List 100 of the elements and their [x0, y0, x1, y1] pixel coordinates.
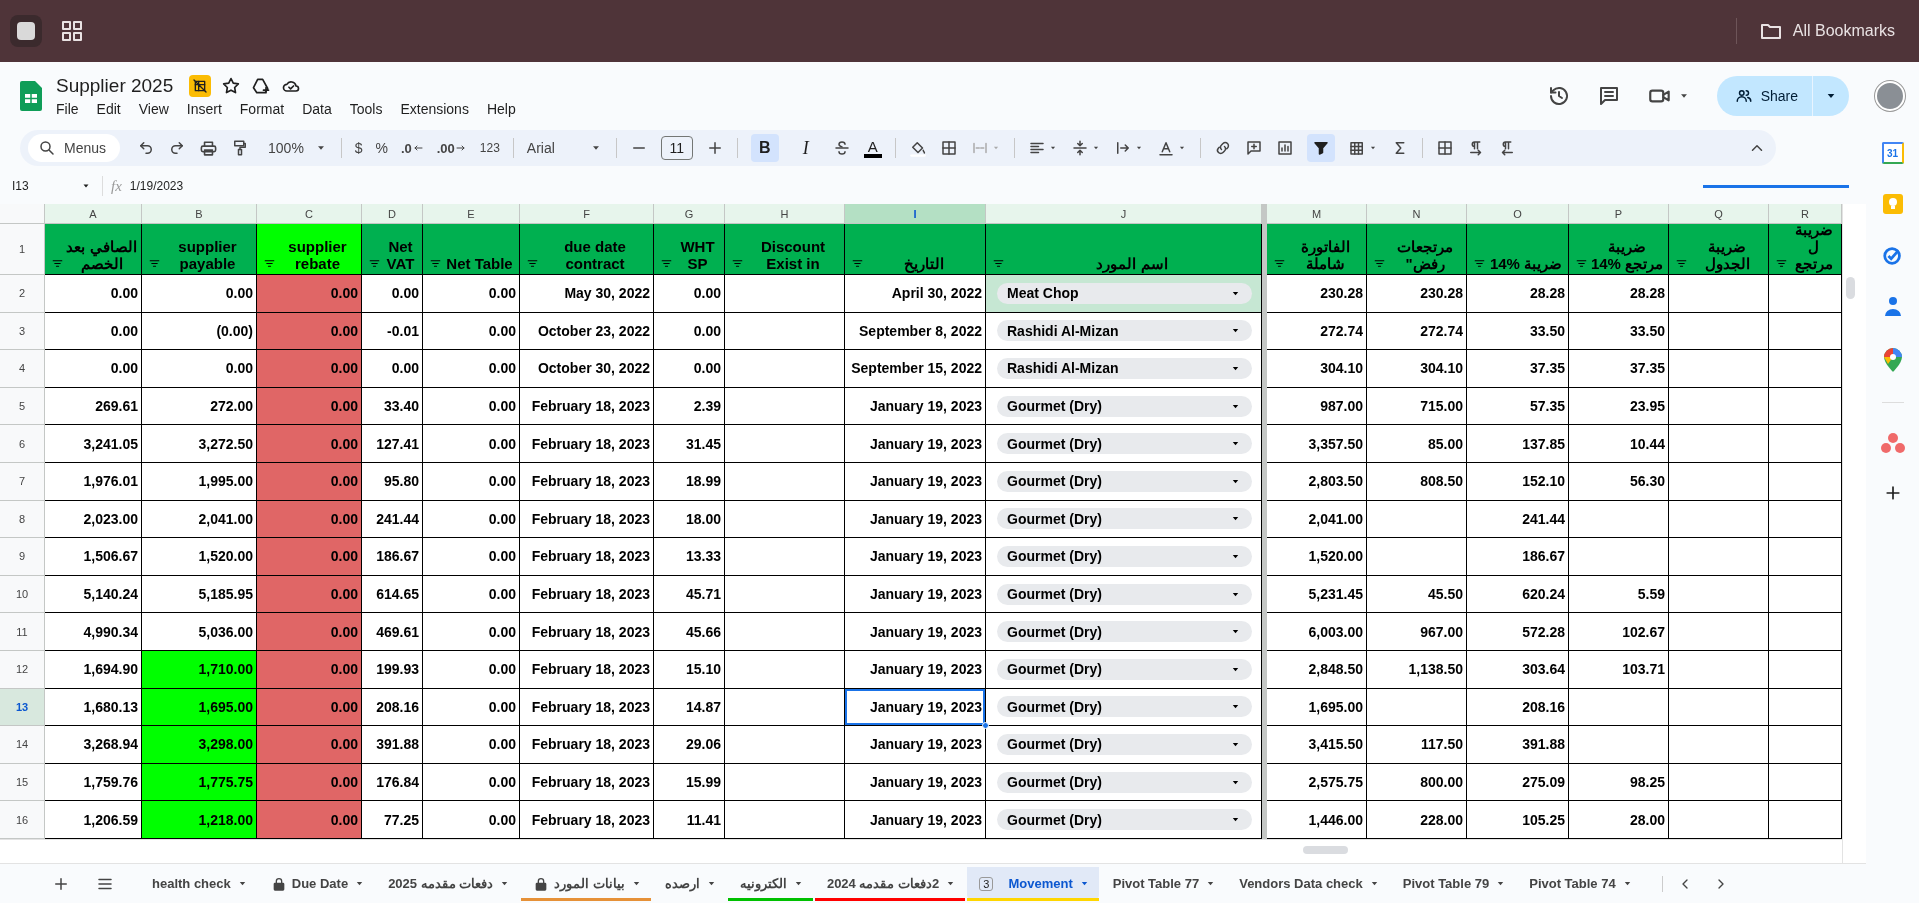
column-header[interactable]: G	[654, 204, 725, 224]
table-cell[interactable]: 0.00	[257, 538, 362, 576]
table-cell[interactable]: Gourmet (Dry)	[986, 500, 1262, 539]
table-cell[interactable]: 0.00	[362, 275, 423, 313]
table-cell[interactable]: Gourmet (Dry)	[986, 387, 1262, 426]
menu-item[interactable]: Edit	[96, 101, 129, 117]
table-cell[interactable]: 0.00	[423, 801, 520, 839]
table-cell[interactable]: 37.35	[1569, 350, 1669, 388]
menu-item[interactable]: Insert	[186, 101, 230, 117]
table-cell[interactable]: 45.71	[654, 575, 725, 614]
table-cell[interactable]: 105.25	[1467, 801, 1569, 839]
table-cell[interactable]: 186.67	[362, 538, 423, 576]
table-cell[interactable]: 57.35	[1467, 387, 1569, 426]
table-cell[interactable]: 208.16	[362, 688, 423, 727]
row-header[interactable]: 9	[0, 538, 45, 576]
column-header[interactable]: Q	[1669, 204, 1769, 224]
table-cell[interactable]: 275.09	[1467, 763, 1569, 802]
table-cell[interactable]: September 15, 2022	[845, 350, 986, 388]
table-cell[interactable]: January 19, 2023	[845, 575, 986, 614]
table-cell[interactable]: 2,023.00	[45, 500, 142, 539]
table-cell[interactable]: 0.00	[257, 726, 362, 764]
name-box[interactable]: I13	[12, 179, 102, 193]
table-cell[interactable]: 56.30	[1569, 462, 1669, 501]
zoom-dropdown[interactable]: 100%	[268, 140, 328, 156]
dropdown-chip[interactable]: Gourmet (Dry)	[997, 583, 1252, 605]
dropdown-chip[interactable]: Gourmet (Dry)	[997, 733, 1252, 755]
table-cell[interactable]: 117.50	[1367, 726, 1467, 764]
column-header[interactable]: H	[725, 204, 845, 224]
table-cell[interactable]: January 19, 2023	[845, 500, 986, 539]
menu-search-field[interactable]: Menus	[28, 134, 121, 162]
table-cell[interactable]: 85.00	[1367, 425, 1467, 463]
table-cell[interactable]: 3,357.50	[1267, 425, 1367, 463]
table-cell[interactable]: 28.28	[1569, 275, 1669, 313]
table-cell[interactable]: 0.00	[423, 575, 520, 614]
menu-item[interactable]: File	[56, 101, 87, 117]
share-button[interactable]: Share	[1716, 76, 1849, 116]
table-cell[interactable]: Rashidi Al-Mizan	[986, 350, 1262, 388]
table-cell[interactable]: 304.10	[1267, 350, 1367, 388]
table-cell[interactable]: 14.87	[654, 688, 725, 727]
table-cell[interactable]: 0.00	[423, 425, 520, 463]
table-cell[interactable]: January 19, 2023	[845, 425, 986, 463]
table-cell[interactable]: 0.00	[423, 312, 520, 351]
table-cell[interactable]: February 18, 2023	[520, 462, 654, 501]
table-cell[interactable]: February 18, 2023	[520, 688, 654, 727]
table-cell[interactable]: February 18, 2023	[520, 650, 654, 689]
table-cell[interactable]: Meat Chop	[986, 275, 1262, 313]
row-header[interactable]: 14	[0, 726, 45, 764]
calendar-icon[interactable]: 31	[1881, 142, 1904, 164]
table-cell[interactable]: 186.67	[1467, 538, 1569, 576]
table-cell[interactable]: 1,506.67	[45, 538, 142, 576]
table-cell[interactable]: October 30, 2022	[520, 350, 654, 388]
table-cell[interactable]: 5.59	[1569, 575, 1669, 614]
table-cell[interactable]: Gourmet (Dry)	[986, 726, 1262, 764]
table-cell[interactable]: 127.41	[362, 425, 423, 463]
table-cell[interactable]: 0.00	[423, 688, 520, 727]
table-cell[interactable]: 98.25	[1569, 763, 1669, 802]
table-cell[interactable]: 272.74	[1367, 312, 1467, 351]
table-cell[interactable]: January 19, 2023	[845, 650, 986, 689]
menu-item[interactable]: Help	[486, 101, 524, 117]
table-cell[interactable]: 29.06	[654, 726, 725, 764]
row-header[interactable]: 1	[0, 224, 45, 275]
column-header[interactable]: N	[1367, 204, 1467, 224]
column-header[interactable]: C	[257, 204, 362, 224]
row-header[interactable]: 13	[0, 688, 45, 727]
row-header[interactable]: 11	[0, 613, 45, 651]
table-cell[interactable]: 15.10	[654, 650, 725, 689]
table-cell[interactable]: 33.50	[1569, 312, 1669, 351]
dropdown-chip[interactable]: Gourmet (Dry)	[997, 771, 1252, 793]
table-cell[interactable]: 241.44	[362, 500, 423, 539]
currency-format-button[interactable]: $	[354, 140, 363, 156]
table-cell[interactable]: 102.67	[1569, 613, 1669, 651]
menu-item[interactable]: Format	[239, 101, 293, 117]
table-cell[interactable]: February 18, 2023	[520, 425, 654, 463]
dropdown-chip[interactable]: Gourmet (Dry)	[997, 433, 1252, 455]
menu-item[interactable]: View	[138, 101, 177, 117]
sheet-tab[interactable]: بيانات المورد	[521, 866, 651, 901]
table-cell[interactable]: 0.00	[423, 613, 520, 651]
table-cell[interactable]: 3,415.50	[1267, 726, 1367, 764]
sheet-tab[interactable]: health check	[140, 866, 257, 901]
table-cell[interactable]: 572.28	[1467, 613, 1569, 651]
table-cell[interactable]: February 18, 2023	[520, 387, 654, 426]
dropdown-chip[interactable]: Gourmet (Dry)	[997, 508, 1252, 530]
table-cell[interactable]: 0.00	[257, 425, 362, 463]
table-cell[interactable]: 5,231.45	[1267, 575, 1367, 614]
sheet-tab[interactable]: دفعات مقدمه 2025	[376, 866, 520, 901]
dropdown-chip[interactable]: Gourmet (Dry)	[997, 658, 1252, 680]
table-cell[interactable]: 2.39	[654, 387, 725, 426]
table-cell[interactable]: Gourmet (Dry)	[986, 613, 1262, 651]
table-cell[interactable]: Gourmet (Dry)	[986, 575, 1262, 614]
table-cell[interactable]: Gourmet (Dry)	[986, 650, 1262, 689]
column-header[interactable]: E	[423, 204, 520, 224]
table-cell[interactable]: 37.35	[1467, 350, 1569, 388]
table-cell[interactable]: 800.00	[1367, 763, 1467, 802]
increase-decimals-button[interactable]: .00	[436, 140, 467, 156]
sheet-tab[interactable]: Pivot Table 74	[1517, 866, 1642, 901]
row-header[interactable]: 8	[0, 500, 45, 539]
table-cell[interactable]: 1,976.01	[45, 462, 142, 501]
table-cell[interactable]: 0.00	[423, 650, 520, 689]
bold-button[interactable]: B	[750, 134, 779, 162]
table-cell[interactable]: 808.50	[1367, 462, 1467, 501]
